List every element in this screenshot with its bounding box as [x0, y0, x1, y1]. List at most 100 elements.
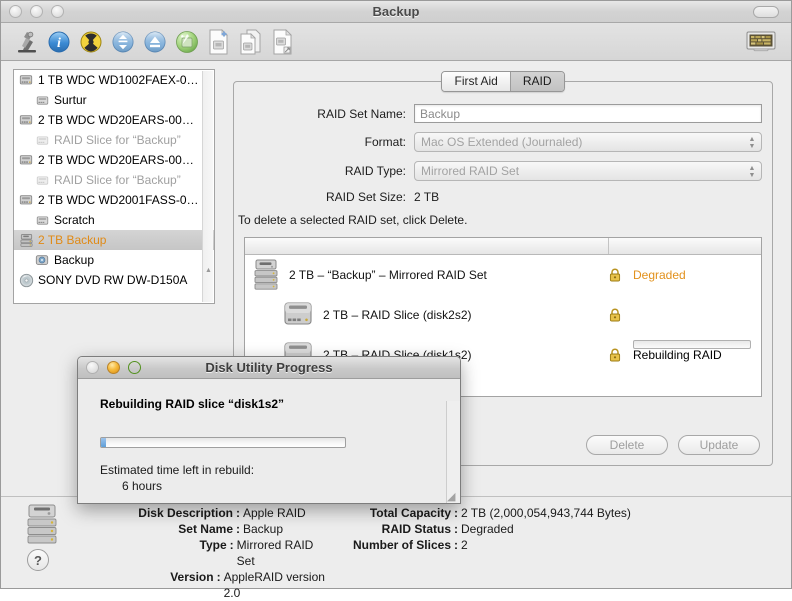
verify-icon[interactable] [11, 27, 43, 57]
format-label: Format: [364, 135, 406, 149]
sidebar-item-label: 1 TB WDC WD1002FAEX-0… [38, 73, 199, 87]
sidebar-item[interactable]: RAID Slice for “Backup” [14, 170, 214, 190]
raid-set-size-label: RAID Set Size: [325, 190, 406, 204]
sidebar-item[interactable]: 2 TB WDC WD20EARS-00… [14, 110, 214, 130]
raid-set-icon [18, 233, 34, 248]
tab-bar: First Aid RAID [234, 71, 772, 92]
sidebar-item-label: RAID Slice for “Backup” [54, 133, 181, 147]
dialog-titlebar[interactable]: Disk Utility Progress [78, 357, 460, 379]
delete-button[interactable]: Delete [586, 435, 668, 455]
format-row: Format: Mac OS Extended (Journaled) ▲ ▼ [234, 132, 772, 152]
sidebar-item-label: Scratch [54, 213, 95, 227]
sidebar-item[interactable]: SONY DVD RW DW-D150A [14, 270, 214, 290]
info-key: Set Name [71, 521, 243, 537]
chevron-updown-icon[interactable]: ▲ ▼ [746, 164, 758, 179]
burn-icon[interactable] [75, 27, 107, 57]
raid-row-status-cell: Degraded [609, 268, 761, 282]
column-header-status[interactable] [609, 238, 761, 254]
info-icon[interactable]: i [43, 27, 75, 57]
tab-raid[interactable]: RAID [509, 72, 564, 91]
raid-form: RAID Set Name: Backup Format: Mac OS Ext… [234, 82, 772, 227]
new-image-icon[interactable] [203, 27, 235, 57]
raid-type-label: RAID Type: [344, 164, 406, 178]
enable-journaling-icon[interactable] [171, 27, 203, 57]
raid-type-select[interactable]: Mirrored RAID Set ▲ ▼ [414, 161, 762, 181]
info-row: Total Capacity2 TB (2,000,054,943,744 By… [331, 505, 631, 521]
info-row: RAID StatusDegraded [331, 521, 631, 537]
raid-set-name-input[interactable]: Backup [414, 104, 762, 123]
dialog-title: Disk Utility Progress [205, 360, 333, 375]
log-icon[interactable] [745, 27, 777, 57]
toolbar: i [1, 23, 791, 61]
rebuild-progress-fill [101, 438, 106, 447]
device-list[interactable]: 1 TB WDC WD1002FAEX-0… Surtur 2 TB WDC WD2… [13, 69, 215, 304]
volume-icon [34, 214, 50, 227]
sidebar-item[interactable]: Backup [14, 250, 214, 270]
lock-icon [609, 348, 625, 362]
update-button[interactable]: Update [678, 435, 760, 455]
info-key: Number of Slices [331, 537, 461, 553]
lock-icon [609, 308, 625, 322]
svg-text:i: i [57, 36, 61, 51]
raid-set-name-row: RAID Set Name: Backup [234, 104, 772, 123]
window-titlebar: Backup [1, 1, 791, 23]
column-header-name[interactable] [245, 238, 609, 254]
raid-type-row: RAID Type: Mirrored RAID Set ▲ ▼ [234, 161, 772, 181]
info-value: Degraded [461, 522, 514, 536]
sidebar-item-label: 2 TB WDC WD20EARS-00… [38, 113, 194, 127]
toolbar-toggle-button[interactable] [753, 6, 779, 18]
disk-utility-progress-dialog[interactable]: Disk Utility Progress Rebuilding RAID sl… [77, 356, 461, 504]
raid-row-status: Rebuilding RAID [633, 348, 722, 362]
sidebar-scrollbar[interactable]: ▲ [202, 71, 213, 302]
dialog-heading: Rebuilding RAID slice “disk1s2” [100, 397, 285, 411]
raid-list-row[interactable]: 2 TB – “Backup” – Mirrored RAID Set Degra… [245, 255, 761, 295]
eject-icon[interactable] [139, 27, 171, 57]
tab-first-aid[interactable]: First Aid [442, 72, 510, 91]
mount-icon[interactable] [107, 27, 139, 57]
sidebar-item[interactable]: Scratch [14, 210, 214, 230]
raid-list-row[interactable]: 2 TB – RAID Slice (disk2s2) [245, 295, 761, 335]
raid-row-name-cell: 2 TB – “Backup” – Mirrored RAID Set [245, 259, 609, 291]
sidebar-item[interactable]: 1 TB WDC WD1002FAEX-0… [14, 70, 214, 90]
volume-icon [34, 253, 50, 267]
sidebar-item[interactable]: 2 TB WDC WD2001FASS-0… [14, 190, 214, 210]
info-row: Number of Slices2 [331, 537, 631, 553]
info-value: Mirrored RAID Set [236, 538, 314, 568]
help-button[interactable]: ? [27, 549, 49, 571]
disk-icon [283, 301, 313, 329]
info-row: VersionAppleRAID version 2.0 [71, 569, 331, 601]
sidebar-item-label: Backup [54, 253, 95, 267]
info-value: 2 TB (2,000,054,943,744 Bytes) [461, 506, 631, 520]
info-column-left: Disk DescriptionApple RAIDSet NameBackup… [71, 505, 331, 601]
optical-disc-icon [18, 273, 34, 288]
format-select[interactable]: Mac OS Extended (Journaled) ▲ ▼ [414, 132, 762, 152]
dialog-resize-handle[interactable]: ◢ [447, 492, 459, 503]
raid-delete-hint: To delete a selected RAID set, click Del… [238, 213, 468, 227]
info-key: Type [71, 537, 237, 569]
convert-icon[interactable] [235, 27, 267, 57]
info-value: Apple RAID [243, 506, 306, 520]
resize-image-icon[interactable] [267, 27, 299, 57]
info-value: AppleRAID version 2.0 [223, 570, 325, 600]
sidebar-item[interactable]: Surtur [14, 90, 214, 110]
scroll-up-arrow[interactable]: ▲ [205, 267, 212, 274]
raid-row-name-cell: 2 TB – RAID Slice (disk2s2) [245, 301, 609, 329]
sidebar-item-label: RAID Slice for “Backup” [54, 173, 181, 187]
raid-type-value: Mirrored RAID Set [421, 164, 520, 178]
disk-icon [18, 193, 34, 207]
sidebar-item-label: Surtur [54, 93, 87, 107]
info-value: 2 [461, 538, 468, 552]
info-bar: ? Disk DescriptionApple RAIDSet NameBack… [1, 496, 791, 600]
sidebar-item[interactable]: RAID Slice for “Backup” [14, 130, 214, 150]
info-key: Total Capacity [331, 505, 461, 521]
sidebar-item-label: 2 TB Backup [38, 233, 107, 247]
sidebar-item[interactable]: 2 TB WDC WD20EARS-00… [14, 150, 214, 170]
raid-set-size-value: 2 TB [414, 190, 440, 204]
raid-set-icon [25, 503, 59, 545]
dialog-body: Rebuilding RAID slice “disk1s2” Estimate… [78, 379, 460, 503]
raid-row-label: 2 TB – “Backup” – Mirrored RAID Set [289, 268, 487, 282]
raid-set-name-label: RAID Set Name: [317, 106, 406, 121]
info-key: Disk Description [71, 505, 243, 521]
chevron-updown-icon[interactable]: ▲ ▼ [746, 135, 758, 150]
sidebar-item[interactable]: 2 TB Backup [14, 230, 214, 250]
